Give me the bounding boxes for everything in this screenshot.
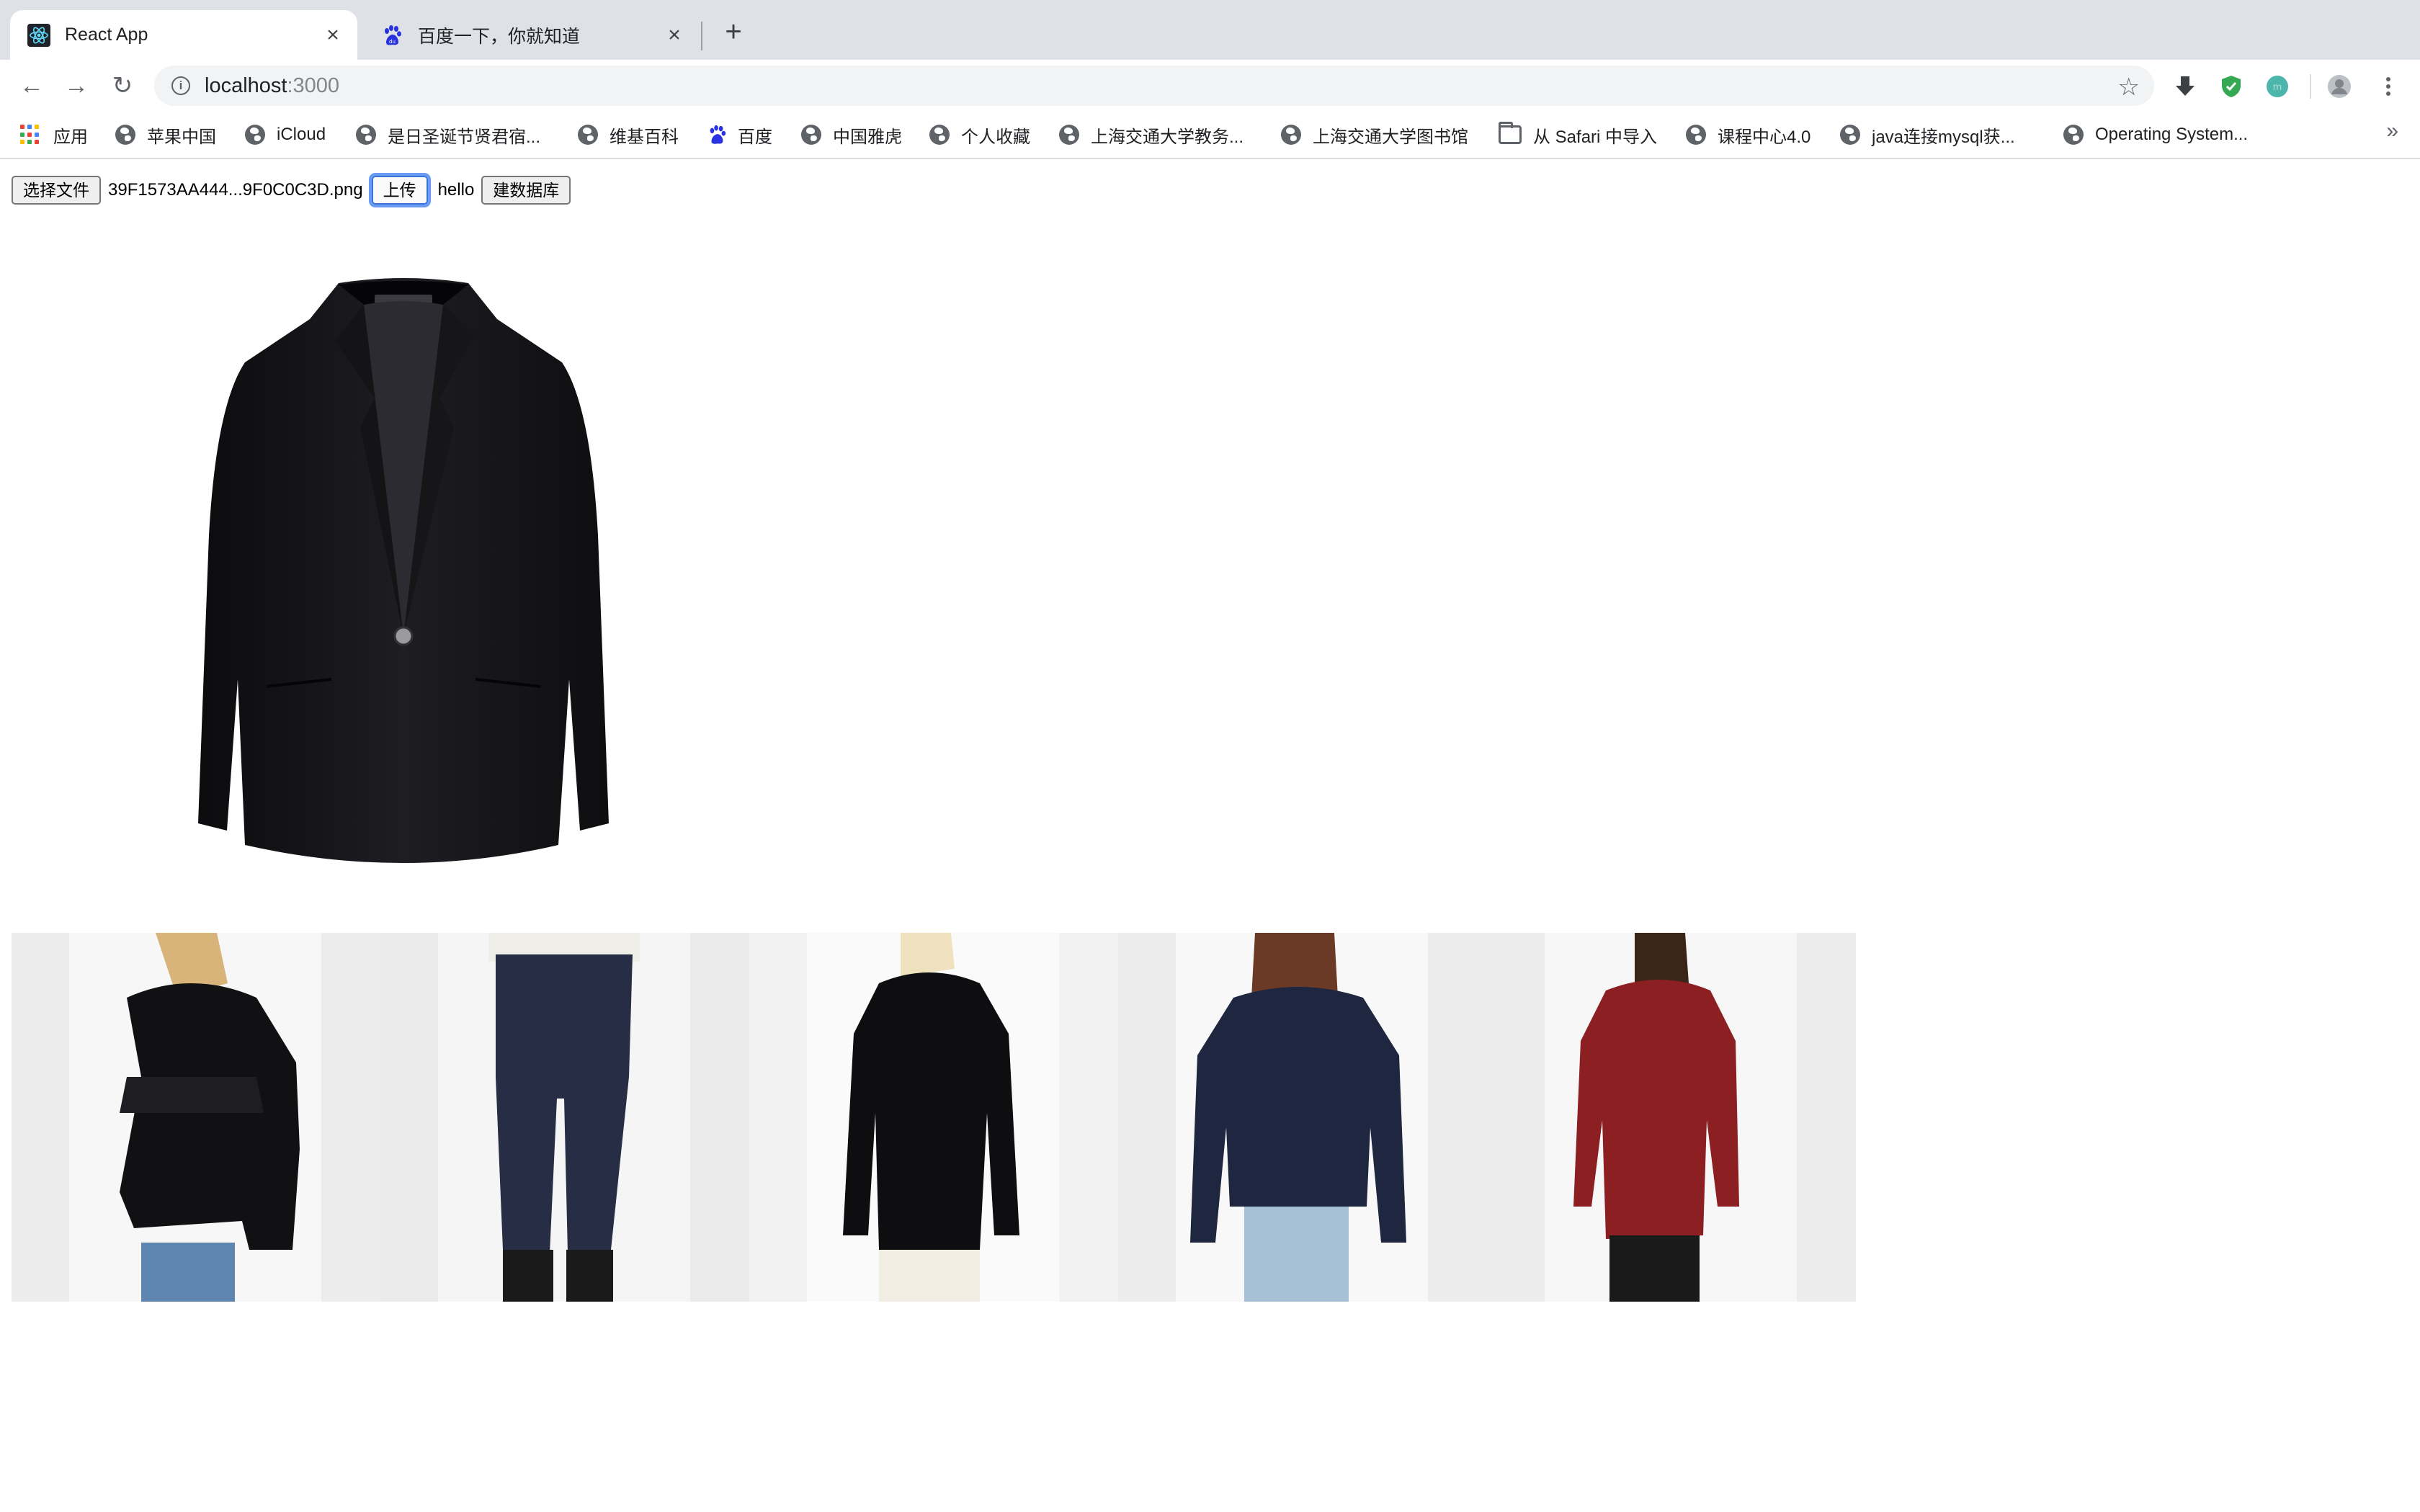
bookmark-star-icon[interactable]: ☆ — [2118, 73, 2140, 102]
profile-avatar-icon[interactable] — [2327, 74, 2352, 99]
bookmark-label: java连接mysql获... — [1872, 127, 2015, 147]
bookmark-course-center[interactable]: 课程中心4.0 — [1686, 122, 1810, 148]
folder-icon — [1499, 122, 1522, 144]
close-icon[interactable]: × — [663, 23, 686, 47]
bookmark-label: 中国雅虎 — [833, 127, 902, 147]
svg-text:du: du — [389, 39, 396, 45]
gallery-image-black-sweater[interactable] — [749, 933, 1118, 1302]
browser-toolbar: ← → ↻ i localhost:3000 ☆ m — [0, 60, 2420, 112]
build-database-button[interactable]: 建数据库 — [481, 176, 571, 205]
extension-badge-icon[interactable]: m — [2265, 74, 2290, 99]
close-icon[interactable]: × — [321, 23, 344, 47]
globe-icon — [1686, 125, 1706, 145]
globe-icon — [115, 125, 135, 145]
tab-strip: React App × du 百度一下，你就知道 × + — [0, 0, 2420, 60]
baidu-paw-icon — [710, 125, 726, 144]
bookmark-label: 百度 — [738, 127, 772, 147]
globe-icon — [1059, 125, 1079, 145]
svg-text:m: m — [2273, 82, 2282, 93]
bookmark-label: 上海交通大学教务... — [1091, 127, 1244, 147]
gallery-image-flare-jeans[interactable] — [380, 933, 749, 1302]
shield-extension-icon[interactable] — [2219, 74, 2243, 99]
selected-file-name: 39F1573AA444...9F0C0C3D.png — [108, 180, 363, 200]
bookmark-safari-import[interactable]: 从 Safari 中导入 — [1499, 122, 1657, 148]
apps-grid-icon — [20, 125, 40, 145]
upload-controls: 选择文件 39F1573AA444...9F0C0C3D.png 上传 hell… — [12, 173, 571, 207]
bookmarks-overflow-icon[interactable]: » — [2386, 119, 2398, 143]
tab-baidu[interactable]: du 百度一下，你就知道 × — [363, 10, 699, 60]
url-port: :3000 — [287, 74, 340, 97]
globe-icon — [356, 125, 376, 145]
bookmark-label: 课程中心4.0 — [1718, 127, 1811, 147]
bookmark-label: 上海交通大学图书馆 — [1313, 127, 1468, 147]
bookmark-yahoo-china[interactable]: 中国雅虎 — [801, 122, 902, 148]
bookmark-label: iCloud — [277, 125, 326, 144]
tab-title: 百度一下，你就知道 — [418, 26, 581, 47]
bookmark-label: 维基百科 — [610, 127, 679, 147]
tab-react-app[interactable]: React App × — [10, 10, 357, 60]
bookmark-icloud[interactable]: iCloud — [245, 122, 326, 148]
url-host: localhost — [205, 74, 287, 97]
tab-separator — [701, 22, 702, 50]
bookmark-apple-china[interactable]: 苹果中国 — [115, 122, 216, 148]
bookmark-baidu[interactable]: 百度 — [706, 122, 772, 148]
hello-text: hello — [437, 180, 475, 200]
menu-kebab-icon[interactable] — [2376, 74, 2401, 99]
globe-icon — [578, 125, 598, 145]
address-url[interactable]: localhost:3000 — [205, 74, 339, 98]
toolbar-divider — [2310, 74, 2311, 99]
bookmarks-bar: 应用 苹果中国 iCloud 是日圣诞节贤君宿... 维基百科 百度 中国雅虎 — [0, 112, 2420, 159]
address-bar[interactable]: i localhost:3000 ☆ — [154, 66, 2154, 106]
bookmark-sjtu-academic[interactable]: 上海交通大学教务... — [1059, 122, 1244, 148]
hero-blazer-image — [198, 278, 609, 863]
globe-icon — [1840, 125, 1860, 145]
baidu-paw-icon: du — [385, 24, 401, 45]
back-button[interactable]: ← — [19, 73, 45, 99]
choose-file-button[interactable]: 选择文件 — [12, 176, 101, 205]
globe-icon — [929, 125, 950, 145]
bookmark-apps[interactable]: 应用 — [20, 122, 88, 148]
globe-icon — [1281, 125, 1301, 145]
bookmark-favorites[interactable]: 个人收藏 — [929, 122, 1030, 148]
tab-title: React App — [65, 24, 148, 45]
bookmark-operating-system[interactable]: Operating System... — [2063, 122, 2248, 148]
bookmark-label: 从 Safari 中导入 — [1533, 127, 1658, 147]
bookmark-label: 个人收藏 — [961, 127, 1030, 147]
bookmark-sjtu-library[interactable]: 上海交通大学图书馆 — [1281, 122, 1468, 148]
globe-icon — [2063, 125, 2084, 145]
bookmark-label: 是日圣诞节贤君宿... — [388, 127, 541, 147]
react-icon — [27, 23, 50, 47]
forward-button[interactable]: → — [63, 73, 89, 99]
upload-button[interactable]: 上传 — [368, 173, 431, 207]
gallery-image-black-jacket[interactable] — [12, 933, 380, 1302]
bookmark-label: 苹果中国 — [147, 127, 216, 147]
globe-icon — [801, 125, 821, 145]
download-icon[interactable] — [2173, 74, 2197, 99]
result-gallery — [12, 933, 1857, 1302]
bookmark-label: Operating System... — [2095, 125, 2249, 144]
globe-icon — [245, 125, 265, 145]
gallery-image-navy-jacket[interactable] — [1118, 933, 1487, 1302]
new-tab-button[interactable]: + — [719, 17, 748, 46]
info-icon[interactable]: i — [171, 76, 190, 95]
page-content: 选择文件 39F1573AA444...9F0C0C3D.png 上传 hell… — [0, 161, 2420, 1512]
gallery-image-red-blouse[interactable] — [1487, 933, 1856, 1302]
bookmark-label: 应用 — [53, 127, 88, 147]
bookmark-christmas[interactable]: 是日圣诞节贤君宿... — [356, 122, 540, 148]
reload-button[interactable]: ↻ — [110, 73, 135, 99]
bookmark-wikipedia[interactable]: 维基百科 — [578, 122, 679, 148]
bookmark-java-mysql[interactable]: java连接mysql获... — [1840, 122, 2015, 148]
